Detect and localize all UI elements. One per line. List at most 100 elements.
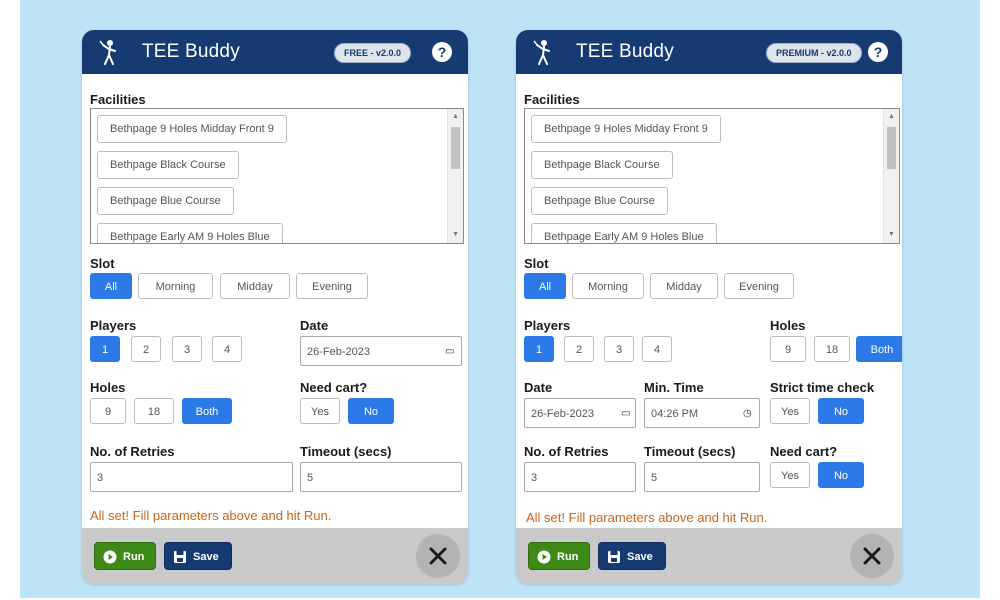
calendar-icon[interactable]: ▭ xyxy=(621,399,630,429)
slot-all-button[interactable]: All xyxy=(90,273,132,299)
min-time-field[interactable]: 04:26 PM ◷ xyxy=(644,398,760,428)
status-message: All set! Fill parameters above and hit R… xyxy=(90,508,332,523)
calendar-icon[interactable]: ▭ xyxy=(445,337,454,367)
facility-item[interactable]: Bethpage Early AM 9 Holes Blue xyxy=(531,223,717,243)
save-button[interactable]: Save xyxy=(164,542,232,570)
facility-item[interactable]: Bethpage Blue Course xyxy=(97,187,234,215)
facility-item[interactable]: Bethpage 9 Holes Midday Front 9 xyxy=(97,115,287,143)
slot-evening-button[interactable]: Evening xyxy=(296,273,368,299)
cart-no-button[interactable]: No xyxy=(818,462,864,488)
strict-no-button[interactable]: No xyxy=(818,398,864,424)
timeout-input[interactable]: 5 xyxy=(300,462,462,492)
play-icon xyxy=(537,550,551,564)
holes-9-button[interactable]: 9 xyxy=(90,398,126,424)
version-badge: FREE - v2.0.0 xyxy=(334,43,412,63)
retries-input[interactable]: 3 xyxy=(524,462,636,492)
app-header: TEE Buddy PREMIUM - v2.0.0 ? xyxy=(516,30,902,74)
save-icon xyxy=(608,551,620,563)
players-1-button[interactable]: 1 xyxy=(524,336,554,362)
status-message: All set! Fill parameters above and hit R… xyxy=(526,510,768,525)
save-label: Save xyxy=(627,551,653,563)
run-button[interactable]: Run xyxy=(94,542,156,570)
holes-18-button[interactable]: 18 xyxy=(134,398,174,424)
strict-time-label: Strict time check xyxy=(770,380,875,395)
date-value: 26-Feb-2023 xyxy=(531,408,594,420)
close-icon xyxy=(429,547,447,565)
scroll-thumb[interactable] xyxy=(451,127,460,169)
timeout-input[interactable]: 5 xyxy=(644,462,760,492)
run-button[interactable]: Run xyxy=(528,542,590,570)
date-label: Date xyxy=(524,380,553,395)
timeout-label: Timeout (secs) xyxy=(644,444,736,459)
scroll-down-icon[interactable]: ▼ xyxy=(884,229,899,241)
date-label: Date xyxy=(300,318,329,333)
slot-all-button[interactable]: All xyxy=(524,273,566,299)
facility-item[interactable]: Bethpage Blue Course xyxy=(531,187,668,215)
facilities-label: Facilities xyxy=(90,92,146,107)
holes-label: Holes xyxy=(770,318,806,333)
action-footer: Run Save xyxy=(516,528,902,584)
play-icon xyxy=(103,550,117,564)
min-time-label: Min. Time xyxy=(644,380,704,395)
help-icon[interactable]: ? xyxy=(432,42,452,62)
facility-item[interactable]: Bethpage 9 Holes Midday Front 9 xyxy=(531,115,721,143)
facilities-list[interactable]: Bethpage 9 Holes Midday Front 9 Bethpage… xyxy=(90,108,464,244)
facilities-label: Facilities xyxy=(524,92,580,107)
run-label: Run xyxy=(557,551,579,563)
players-3-button[interactable]: 3 xyxy=(604,336,634,362)
golfer-icon xyxy=(99,40,116,65)
close-button[interactable] xyxy=(416,534,460,578)
date-field[interactable]: 26-Feb-2023 ▭ xyxy=(524,398,636,428)
help-icon[interactable]: ? xyxy=(868,42,888,62)
players-1-button[interactable]: 1 xyxy=(90,336,120,362)
holes-9-button[interactable]: 9 xyxy=(770,336,806,362)
date-field[interactable]: 26-Feb-2023 ▭ xyxy=(300,336,462,366)
players-4-button[interactable]: 4 xyxy=(642,336,672,362)
close-button[interactable] xyxy=(850,534,894,578)
retries-label: No. of Retries xyxy=(524,444,609,459)
facilities-list[interactable]: Bethpage 9 Holes Midday Front 9 Bethpage… xyxy=(524,108,900,244)
holes-both-button[interactable]: Both xyxy=(182,398,232,424)
scroll-up-icon[interactable]: ▲ xyxy=(884,111,899,123)
save-icon xyxy=(174,551,186,563)
slot-label: Slot xyxy=(524,256,549,271)
scroll-thumb[interactable] xyxy=(887,127,896,169)
need-cart-label: Need cart? xyxy=(770,444,838,459)
players-2-button[interactable]: 2 xyxy=(131,336,161,362)
players-label: Players xyxy=(524,318,571,333)
facility-item[interactable]: Bethpage Black Course xyxy=(97,151,239,179)
cart-yes-button[interactable]: Yes xyxy=(300,398,340,424)
clock-icon[interactable]: ◷ xyxy=(743,399,752,429)
min-time-value: 04:26 PM xyxy=(651,408,699,420)
slot-morning-button[interactable]: Morning xyxy=(572,273,644,299)
slot-evening-button[interactable]: Evening xyxy=(724,273,794,299)
players-2-button[interactable]: 2 xyxy=(564,336,594,362)
timeout-label: Timeout (secs) xyxy=(300,444,392,459)
action-footer: Run Save xyxy=(82,528,468,584)
players-4-button[interactable]: 4 xyxy=(212,336,242,362)
holes-both-button[interactable]: Both xyxy=(856,336,902,362)
cart-no-button[interactable]: No xyxy=(348,398,394,424)
cart-yes-button[interactable]: Yes xyxy=(770,462,810,488)
facilities-scrollbar[interactable]: ▲ ▼ xyxy=(883,109,899,243)
facility-item[interactable]: Bethpage Black Course xyxy=(531,151,673,179)
holes-18-button[interactable]: 18 xyxy=(814,336,850,362)
strict-yes-button[interactable]: Yes xyxy=(770,398,810,424)
version-badge: PREMIUM - v2.0.0 xyxy=(766,43,862,63)
need-cart-label: Need cart? xyxy=(300,380,368,395)
date-value: 26-Feb-2023 xyxy=(307,346,370,358)
scroll-up-icon[interactable]: ▲ xyxy=(448,111,463,123)
scroll-down-icon[interactable]: ▼ xyxy=(448,229,463,241)
facility-item[interactable]: Bethpage Early AM 9 Holes Blue xyxy=(97,223,283,243)
save-button[interactable]: Save xyxy=(598,542,666,570)
save-label: Save xyxy=(193,551,219,563)
holes-label: Holes xyxy=(90,380,126,395)
facilities-scrollbar[interactable]: ▲ ▼ xyxy=(447,109,463,243)
retries-input[interactable]: 3 xyxy=(90,462,293,492)
slot-midday-button[interactable]: Midday xyxy=(650,273,718,299)
run-label: Run xyxy=(123,551,145,563)
players-3-button[interactable]: 3 xyxy=(172,336,202,362)
slot-midday-button[interactable]: Midday xyxy=(220,273,290,299)
app-panel-premium: TEE Buddy PREMIUM - v2.0.0 ? Facilities … xyxy=(516,30,902,584)
slot-morning-button[interactable]: Morning xyxy=(138,273,213,299)
